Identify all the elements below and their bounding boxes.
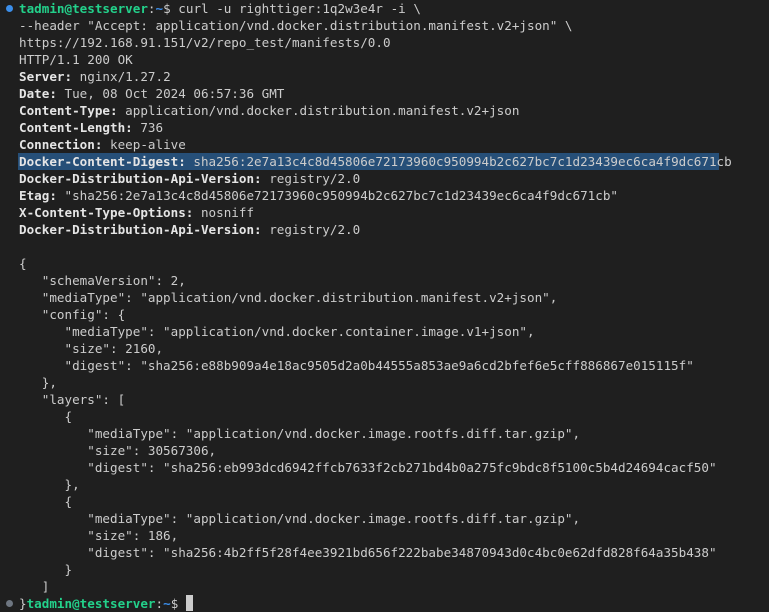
header-name: Content-Length:	[19, 120, 133, 135]
header-value: registry/2.0	[261, 222, 361, 237]
header-value: Tue, 08 Oct 2024 06:57:36 GMT	[56, 86, 285, 101]
header-value: 736	[132, 120, 164, 135]
body-line: "digest": "sha256:e88b909a4e18ac9505d2a0…	[19, 358, 694, 373]
header-name: Docker-Content-Digest:	[19, 154, 186, 169]
prompt-symbol: $	[163, 1, 171, 16]
header-value: sha256:2e7a13c4c8d45806e72173960c950994b…	[185, 154, 732, 169]
command-decoration-icon[interactable]	[6, 5, 13, 12]
body-line: {	[19, 409, 73, 424]
header-line-selected[interactable]: Docker-Content-Digest: sha256:2e7a13c4c8…	[19, 153, 732, 170]
terminal-cursor[interactable]	[185, 595, 193, 611]
body-line: "mediaType": "application/vnd.docker.dis…	[19, 290, 558, 305]
command-prompt-line: tadmin@testserver:~$ curl -u righttiger:…	[19, 1, 421, 16]
prompt-path: ~	[163, 596, 171, 611]
body-line: "digest": "sha256:4b2ff5f28f4ee3921bd656…	[19, 545, 717, 560]
header-line: Server: nginx/1.27.2	[19, 68, 171, 85]
header-name: Date:	[19, 86, 57, 101]
body-line: "size": 2160,	[19, 341, 164, 356]
header-value: nosniff	[193, 205, 255, 220]
header-name: X-Content-Type-Options:	[19, 205, 194, 220]
header-name: Etag:	[19, 188, 57, 203]
header-value: keep-alive	[102, 137, 186, 152]
header-value: nginx/1.27.2	[72, 69, 171, 84]
closing-brace: }	[19, 596, 27, 611]
terminal-output[interactable]: tadmin@testserver:~$ curl -u righttiger:…	[0, 0, 769, 611]
header-line: Content-Length: 736	[19, 119, 163, 136]
body-line: "mediaType": "application/vnd.docker.ima…	[19, 511, 581, 526]
command-decoration-icon[interactable]	[6, 600, 13, 607]
header-name: Content-Type:	[19, 103, 118, 118]
prompt-user-host: tadmin@testserver	[26, 596, 156, 611]
header-name: Docker-Distribution-Api-Version:	[19, 171, 262, 186]
header-value: "sha256:2e7a13c4c8d45806e72173960c950994…	[56, 188, 619, 203]
header-name: Server:	[19, 69, 73, 84]
body-line: "layers": [	[19, 392, 126, 407]
header-line: Connection: keep-alive	[19, 136, 186, 153]
body-line: {	[19, 494, 73, 509]
body-line: "size": 186,	[19, 528, 179, 543]
header-value: application/vnd.docker.distribution.mani…	[117, 103, 520, 118]
body-line: },	[19, 477, 80, 492]
body-line: },	[19, 375, 57, 390]
header-line: Content-Type: application/vnd.docker.dis…	[19, 102, 519, 119]
header-line: Date: Tue, 08 Oct 2024 06:57:36 GMT	[19, 85, 284, 102]
body-line: "mediaType": "application/vnd.docker.ima…	[19, 426, 581, 441]
prompt-user-host: tadmin@testserver	[19, 1, 148, 16]
header-line: Etag: "sha256:2e7a13c4c8d45806e72173960c…	[19, 187, 618, 204]
prompt-path: ~	[155, 1, 164, 16]
command-url-line: https://192.168.91.151/v2/repo_test/mani…	[19, 35, 391, 50]
header-line: X-Content-Type-Options: nosniff	[19, 204, 254, 221]
header-line: Docker-Distribution-Api-Version: registr…	[19, 170, 360, 187]
command-text: curl -u righttiger:1q2w3e4r -i \	[178, 1, 421, 16]
final-prompt-line: }tadmin@testserver:~$	[19, 595, 193, 612]
body-line: "mediaType": "application/vnd.docker.con…	[19, 324, 535, 339]
body-line: "config": {	[19, 307, 126, 322]
body-line: {	[19, 256, 27, 271]
body-line: "schemaVersion": 2,	[19, 273, 186, 288]
header-name: Docker-Distribution-Api-Version:	[19, 222, 262, 237]
header-name: Connection:	[19, 137, 103, 152]
body-line: "size": 30567306,	[19, 443, 217, 458]
body-line: }	[19, 562, 73, 577]
header-value: registry/2.0	[261, 171, 361, 186]
header-line: Docker-Distribution-Api-Version: registr…	[19, 221, 360, 238]
http-status-line: HTTP/1.1 200 OK	[19, 52, 133, 67]
body-line: ]	[19, 579, 50, 594]
command-continuation-line: --header "Accept: application/vnd.docker…	[19, 18, 573, 33]
body-line: "digest": "sha256:eb993dcd6942ffcb7633f2…	[19, 460, 717, 475]
